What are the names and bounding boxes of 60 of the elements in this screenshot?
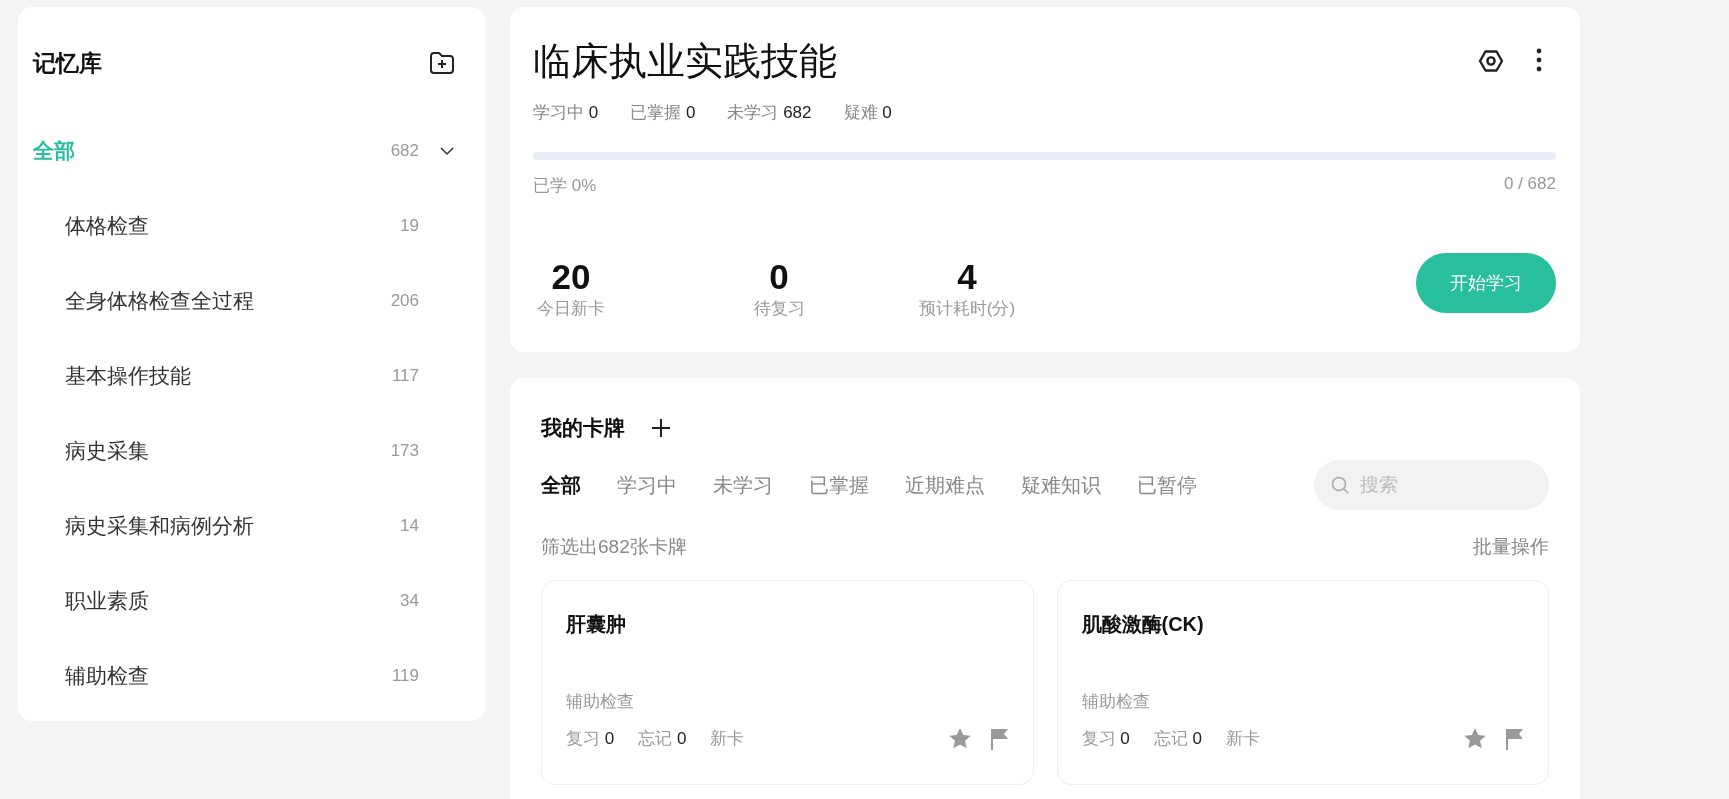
plus-icon <box>651 418 671 438</box>
filter-tab[interactable]: 学习中 <box>617 471 677 499</box>
card-stat: 忘记 0 <box>638 728 687 750</box>
filter-tab[interactable]: 已暂停 <box>1137 471 1197 499</box>
star-icon <box>1464 727 1486 749</box>
sidebar-item[interactable]: 职业素质 34 <box>33 563 455 638</box>
metric-value: 20 <box>551 257 591 297</box>
settings-icon <box>1478 48 1504 74</box>
progress-reading: 0 / 682 <box>1504 174 1556 195</box>
card-stat: 新卡 <box>710 728 745 750</box>
sidebar-item[interactable]: 基本操作技能 117 <box>33 338 455 413</box>
add-button[interactable] <box>651 418 671 438</box>
sidebar-title: 记忆库 <box>33 48 102 78</box>
search-icon <box>1331 476 1349 494</box>
metric-value: 0 <box>769 257 789 297</box>
card-category: 辅助检查 <box>1081 691 1151 713</box>
progress-label: 已学 0% <box>533 175 597 197</box>
card-stat: 新卡 <box>1225 728 1260 750</box>
sidebar-item[interactable]: 全身体格检查全过程 206 <box>33 263 455 338</box>
flashcard[interactable]: 肌酸激酶(CK) 辅助检查 复习 0 忘记 0 新卡 <box>1056 580 1549 785</box>
star-button[interactable] <box>948 727 971 750</box>
more-vertical-icon <box>1536 48 1542 72</box>
star-button[interactable] <box>1464 727 1486 750</box>
batch-action-link[interactable]: 批量操作 <box>1473 534 1549 560</box>
card-title: 肌酸激酶(CK) <box>1081 612 1205 637</box>
flag-icon <box>990 727 1009 750</box>
filter-summary: 筛选出682张卡牌 <box>541 535 687 559</box>
card-category: 辅助检查 <box>566 691 635 713</box>
star-icon <box>948 727 971 749</box>
sidebar-item[interactable]: 病史采集 173 <box>33 413 455 488</box>
card-stat: 复习 0 <box>566 728 615 750</box>
flag-button[interactable] <box>990 727 1009 750</box>
sidebar-item[interactable]: 辅助检查 119 <box>33 638 455 713</box>
filter-tab[interactable]: 全部 <box>541 471 581 499</box>
metric-label: 待复习 <box>753 298 805 320</box>
deck-title: 临床执业实践技能 <box>533 38 837 84</box>
filter-tab[interactable]: 近期难点 <box>905 471 985 499</box>
card-title: 肝囊肿 <box>566 612 627 637</box>
status-count: 已掌握 0 <box>630 102 696 124</box>
panel-title: 我的卡牌 <box>541 415 625 441</box>
metric-label: 预计耗时(分) <box>918 298 1016 320</box>
filter-tab[interactable]: 未学习 <box>713 471 773 499</box>
status-count: 未学习 682 <box>727 102 812 124</box>
status-count: 学习中 0 <box>533 102 599 124</box>
metric-label: 今日新卡 <box>537 298 605 320</box>
new-folder-button[interactable] <box>429 51 455 75</box>
more-button[interactable] <box>1536 48 1542 74</box>
settings-button[interactable] <box>1478 48 1504 74</box>
flag-icon <box>1506 727 1524 750</box>
flashcard[interactable]: 肝囊肿 辅助检查 复习 0 忘记 0 新卡 <box>541 580 1034 785</box>
sidebar-item[interactable]: 病史采集和病例分析 14 <box>33 488 455 563</box>
filter-tab[interactable]: 疑难知识 <box>1021 471 1101 499</box>
filter-tab[interactable]: 已掌握 <box>809 471 869 499</box>
flag-button[interactable] <box>1506 727 1524 750</box>
card-stat: 复习 0 <box>1081 728 1130 750</box>
metric-value: 4 <box>957 257 977 297</box>
status-count: 疑难 0 <box>843 102 892 124</box>
card-stat: 忘记 0 <box>1153 728 1202 750</box>
sidebar-item[interactable]: 体格检查 19 <box>33 188 455 263</box>
new-folder-icon <box>429 51 455 75</box>
